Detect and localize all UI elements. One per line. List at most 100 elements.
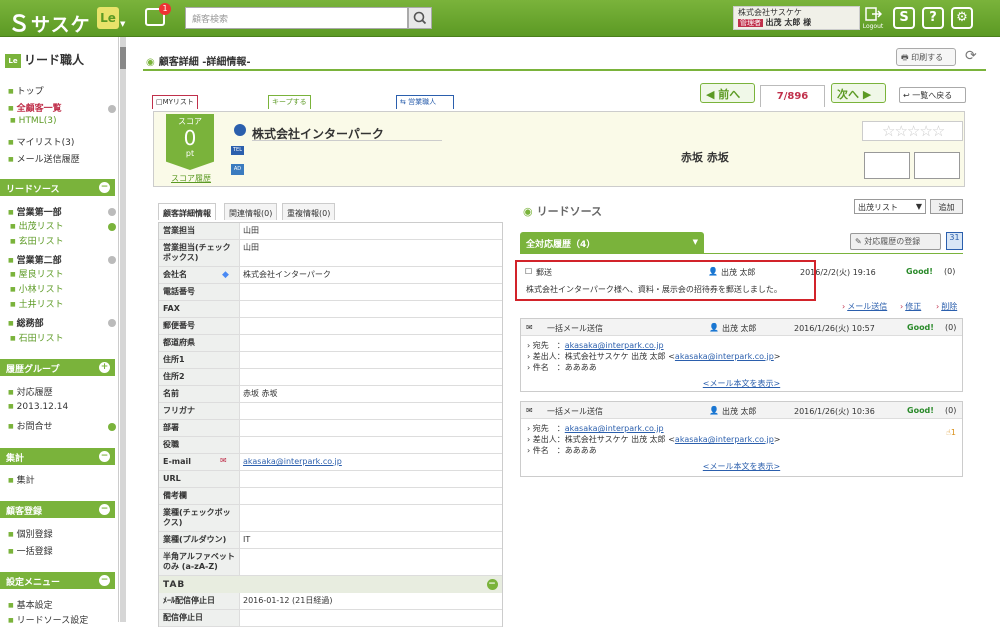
sidebar-item-html[interactable]: HTML(3): [10, 116, 57, 126]
sidebar-item-list[interactable]: 出茂リスト: [10, 219, 64, 232]
show-mail-body-link[interactable]: <メール本文を表示>: [521, 460, 962, 476]
sidebar-scrollbar[interactable]: [120, 37, 126, 622]
all-history-tab[interactable]: 全対応履歴（4） ▼: [520, 232, 704, 253]
ad-icon[interactable]: AD: [231, 164, 244, 175]
detail-key: 備考欄: [159, 488, 240, 504]
detail-row: E-mail ✉ akasaka@interpark.co.jp: [159, 454, 502, 471]
logout-button[interactable]: Logout: [862, 7, 884, 30]
search-input[interactable]: 顧客検索: [185, 7, 408, 29]
user-box[interactable]: 株式会社サスケケ 管理者 出茂 太郎 様: [733, 6, 860, 30]
email-link[interactable]: akasaka@interpark.co.jp: [243, 457, 342, 466]
detail-value: [240, 549, 502, 575]
calendar-icon[interactable]: 31: [946, 232, 963, 250]
print-button[interactable]: 🖶 印刷する: [896, 48, 956, 66]
sidebar-item-list[interactable]: 石田リスト: [10, 331, 64, 344]
status-box[interactable]: [914, 152, 960, 179]
collapse-icon[interactable]: −: [99, 451, 110, 462]
sidebar-item-register[interactable]: 一括登録: [8, 544, 53, 557]
sidebar-item-list[interactable]: 玄田リスト: [10, 234, 64, 247]
status-box[interactable]: [864, 152, 910, 179]
help-icon[interactable]: ?: [922, 7, 944, 29]
sidebar-item-list[interactable]: 小林リスト: [10, 282, 64, 295]
tab-sales[interactable]: ⇆ 営業職人: [396, 95, 454, 109]
sidebar-section-leadsource[interactable]: リードソース −: [0, 179, 115, 196]
sidebar-item-history[interactable]: 対応履歴: [8, 385, 53, 398]
sidebar-item-register[interactable]: 個別登録: [8, 527, 53, 540]
add-icon[interactable]: [108, 423, 116, 431]
delete-link[interactable]: 削除: [936, 301, 957, 312]
sidebar-item-top[interactable]: トップ: [8, 84, 44, 97]
tab-detail-info[interactable]: 顧客詳細情報: [158, 203, 216, 220]
search-button[interactable]: [408, 7, 432, 29]
tab-related-info[interactable]: 関連情報(0): [224, 203, 278, 220]
good-button[interactable]: Good!: [907, 406, 934, 415]
sidebar-item-settings[interactable]: リードソース設定: [8, 613, 89, 626]
detail-value: [240, 335, 502, 351]
to-email-link[interactable]: akasaka@interpark.co.jp: [565, 424, 664, 433]
collapse-icon[interactable]: −: [99, 504, 110, 515]
sidebar-group-dept1[interactable]: 営業第一部: [8, 205, 62, 218]
tab-section-header[interactable]: TAB −: [159, 576, 502, 593]
tab-mylist[interactable]: □MYリスト: [152, 95, 198, 109]
register-history-button[interactable]: ✎ 対応履歴の登録: [850, 233, 941, 250]
detail-value: [240, 505, 502, 531]
collapse-icon[interactable]: −: [99, 182, 110, 193]
refresh-icon[interactable]: ⟳: [965, 48, 977, 64]
collapse-icon[interactable]: −: [487, 579, 498, 590]
mail-icon[interactable]: ✉: [220, 456, 227, 466]
detail-row: 電話番号: [159, 284, 502, 301]
sidebar-section-history-group[interactable]: 履歴グループ +: [0, 359, 115, 376]
chevron-down-icon[interactable]: ▼: [120, 20, 125, 28]
from-email-link[interactable]: akasaka@interpark.co.jp: [675, 435, 774, 444]
good-button[interactable]: Good!: [906, 267, 933, 276]
sidebar-section-totals[interactable]: 集計 −: [0, 448, 115, 465]
collapse-icon[interactable]: [108, 105, 116, 113]
collapse-icon[interactable]: −: [99, 575, 110, 586]
tab-duplicate-info[interactable]: 重複情報(0): [282, 203, 336, 220]
le-app-icon[interactable]: Le: [97, 7, 119, 29]
brand-s-icon[interactable]: S: [893, 7, 915, 29]
app-logo[interactable]: Ｓサスケ: [8, 6, 91, 38]
sidebar-group-dept2[interactable]: 営業第二部: [8, 253, 62, 266]
to-email-link[interactable]: akasaka@interpark.co.jp: [565, 341, 664, 350]
sidebar-item-history[interactable]: 2013.12.14: [8, 402, 69, 412]
sidebar-section-custreg[interactable]: 顧客登録 −: [0, 501, 115, 518]
tel-icon[interactable]: TEL: [231, 146, 244, 155]
sidebar-item-mail-history[interactable]: メール送信履歴: [8, 152, 80, 165]
from-email-link[interactable]: akasaka@interpark.co.jp: [675, 352, 774, 361]
detail-row: FAX: [159, 301, 502, 318]
collapse-icon[interactable]: [108, 256, 116, 264]
collapse-icon[interactable]: [108, 319, 116, 327]
next-button[interactable]: 次へ ▶: [831, 83, 886, 103]
highlight-box: [515, 260, 816, 301]
collapse-icon[interactable]: +: [99, 362, 110, 373]
send-mail-link[interactable]: メール送信: [842, 301, 887, 312]
sidebar-item-totals[interactable]: 集計: [8, 473, 35, 486]
play-icon[interactable]: [234, 124, 246, 136]
score-history-link[interactable]: スコア履歴: [171, 173, 211, 184]
edit-link[interactable]: 修正: [900, 301, 921, 312]
sidebar-item-list[interactable]: 屋良リスト: [10, 267, 64, 280]
star-rating[interactable]: ☆☆☆☆☆: [862, 121, 963, 141]
show-mail-body-link[interactable]: <メール本文を表示>: [521, 377, 962, 393]
back-to-list-button[interactable]: ↩ 一覧へ戻る: [899, 87, 966, 103]
detail-row: 配信停止日: [159, 610, 502, 627]
tab-keep[interactable]: キープする: [268, 95, 311, 109]
sidebar-collapse-handle[interactable]: [120, 47, 126, 69]
add-button[interactable]: 追加: [930, 199, 963, 214]
prev-button[interactable]: ◀ 前へ: [700, 83, 755, 103]
sidebar-item-history[interactable]: お問合せ: [8, 419, 53, 432]
sidebar-item-mylist[interactable]: マイリスト(3): [8, 135, 75, 148]
gear-icon[interactable]: ⚙: [951, 7, 973, 29]
sidebar-item-list[interactable]: 土井リスト: [10, 297, 64, 310]
collapse-icon[interactable]: [108, 208, 116, 216]
sidebar-group-dept3[interactable]: 総務部: [8, 316, 44, 329]
good-button[interactable]: Good!: [907, 323, 934, 332]
sidebar-section-settings[interactable]: 設定メニュー −: [0, 572, 115, 589]
leadsource-select[interactable]: 出茂リスト ▼: [854, 199, 926, 214]
sidebar-item-all-customers[interactable]: 全顧客一覧: [8, 101, 62, 114]
sidebar-item-settings[interactable]: 基本設定: [8, 598, 53, 611]
subject-value: ああああ: [564, 363, 597, 372]
add-icon[interactable]: [108, 223, 116, 231]
google-icon[interactable]: ◆: [222, 270, 229, 280]
